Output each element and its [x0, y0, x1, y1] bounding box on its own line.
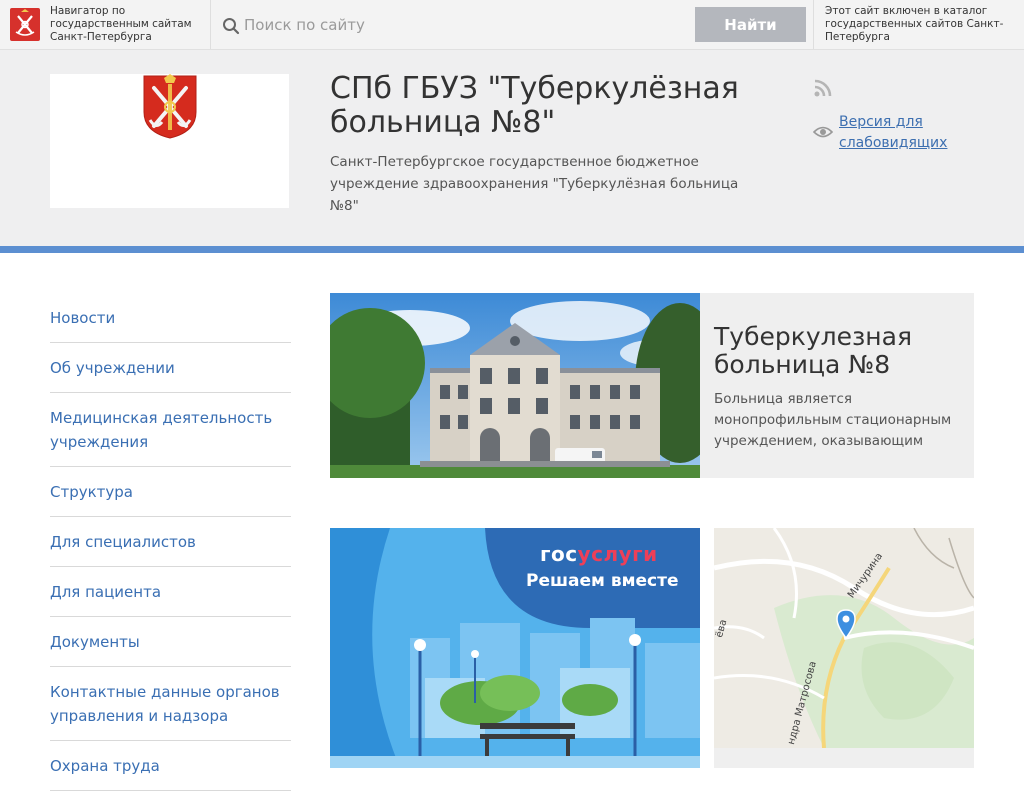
site-logo[interactable]	[50, 74, 289, 208]
sidebar-item-labor-protection[interactable]: Охрана труда	[50, 741, 291, 791]
header-accent-stripe	[0, 246, 1024, 253]
feature-text: Больница является монопрофильным стацион…	[714, 391, 952, 449]
sidebar-item-about[interactable]: Об учреждении	[50, 343, 291, 393]
feature-title: Туберкулезная больница №8	[714, 322, 912, 379]
eye-icon	[813, 126, 833, 138]
page-title: СПб ГБУЗ "Туберкулёзная больница №8"	[330, 71, 739, 140]
navigator-link[interactable]: Навигатор по государственным сайтам Санк…	[0, 0, 211, 49]
catalog-link[interactable]: Этот сайт включен в каталог государствен…	[813, 0, 1024, 49]
spb-emblem-icon	[10, 8, 40, 41]
coat-of-arms-icon	[143, 74, 197, 139]
gosuslugi-tagline: Решаем вместе	[526, 571, 679, 591]
sidebar-item-patients[interactable]: Для пациента	[50, 567, 291, 617]
map-footer	[714, 748, 974, 768]
sidebar-item-medical-activity[interactable]: Медицинская деятельность учреждения	[50, 393, 291, 467]
gosuslugi-logo-text: госуслуги	[540, 542, 658, 566]
gosuslugi-banner[interactable]: госуслуги Решаем вместе	[330, 528, 700, 768]
rss-icon	[814, 79, 832, 97]
sidebar-item-structure[interactable]: Структура	[50, 467, 291, 517]
sidebar-menu: Новости Об учреждении Медицинская деятел…	[50, 293, 291, 791]
map-canvas	[714, 528, 974, 748]
sidebar-item-documents[interactable]: Документы	[50, 617, 291, 667]
sidebar-item-contacts-authorities[interactable]: Контактные данные органов управления и н…	[50, 667, 291, 741]
top-navigator-bar: Навигатор по государственным сайтам Санк…	[0, 0, 1024, 50]
catalog-text: Этот сайт включен в каталог государствен…	[825, 5, 1004, 43]
page-subtitle: Санкт-Петербургское государственное бюдж…	[330, 154, 739, 214]
search-icon	[223, 18, 240, 35]
sidebar-item-news[interactable]: Новости	[50, 293, 291, 343]
site-header: СПб ГБУЗ "Туберкулёзная больница №8" Сан…	[0, 50, 1024, 246]
feature-card[interactable]: Туберкулезная больница №8 Больница являе…	[330, 293, 974, 478]
navigator-text: Навигатор по государственным сайтам Санк…	[50, 5, 192, 43]
location-map[interactable]: Мичурина ндра Матросова ёва	[714, 528, 974, 748]
low-vision-link[interactable]: Версия для слабовидящих	[839, 112, 989, 154]
sidebar-item-specialists[interactable]: Для специалистов	[50, 517, 291, 567]
search-input[interactable]	[244, 10, 684, 40]
search-button[interactable]: Найти	[695, 7, 806, 42]
hospital-photo	[330, 293, 700, 478]
